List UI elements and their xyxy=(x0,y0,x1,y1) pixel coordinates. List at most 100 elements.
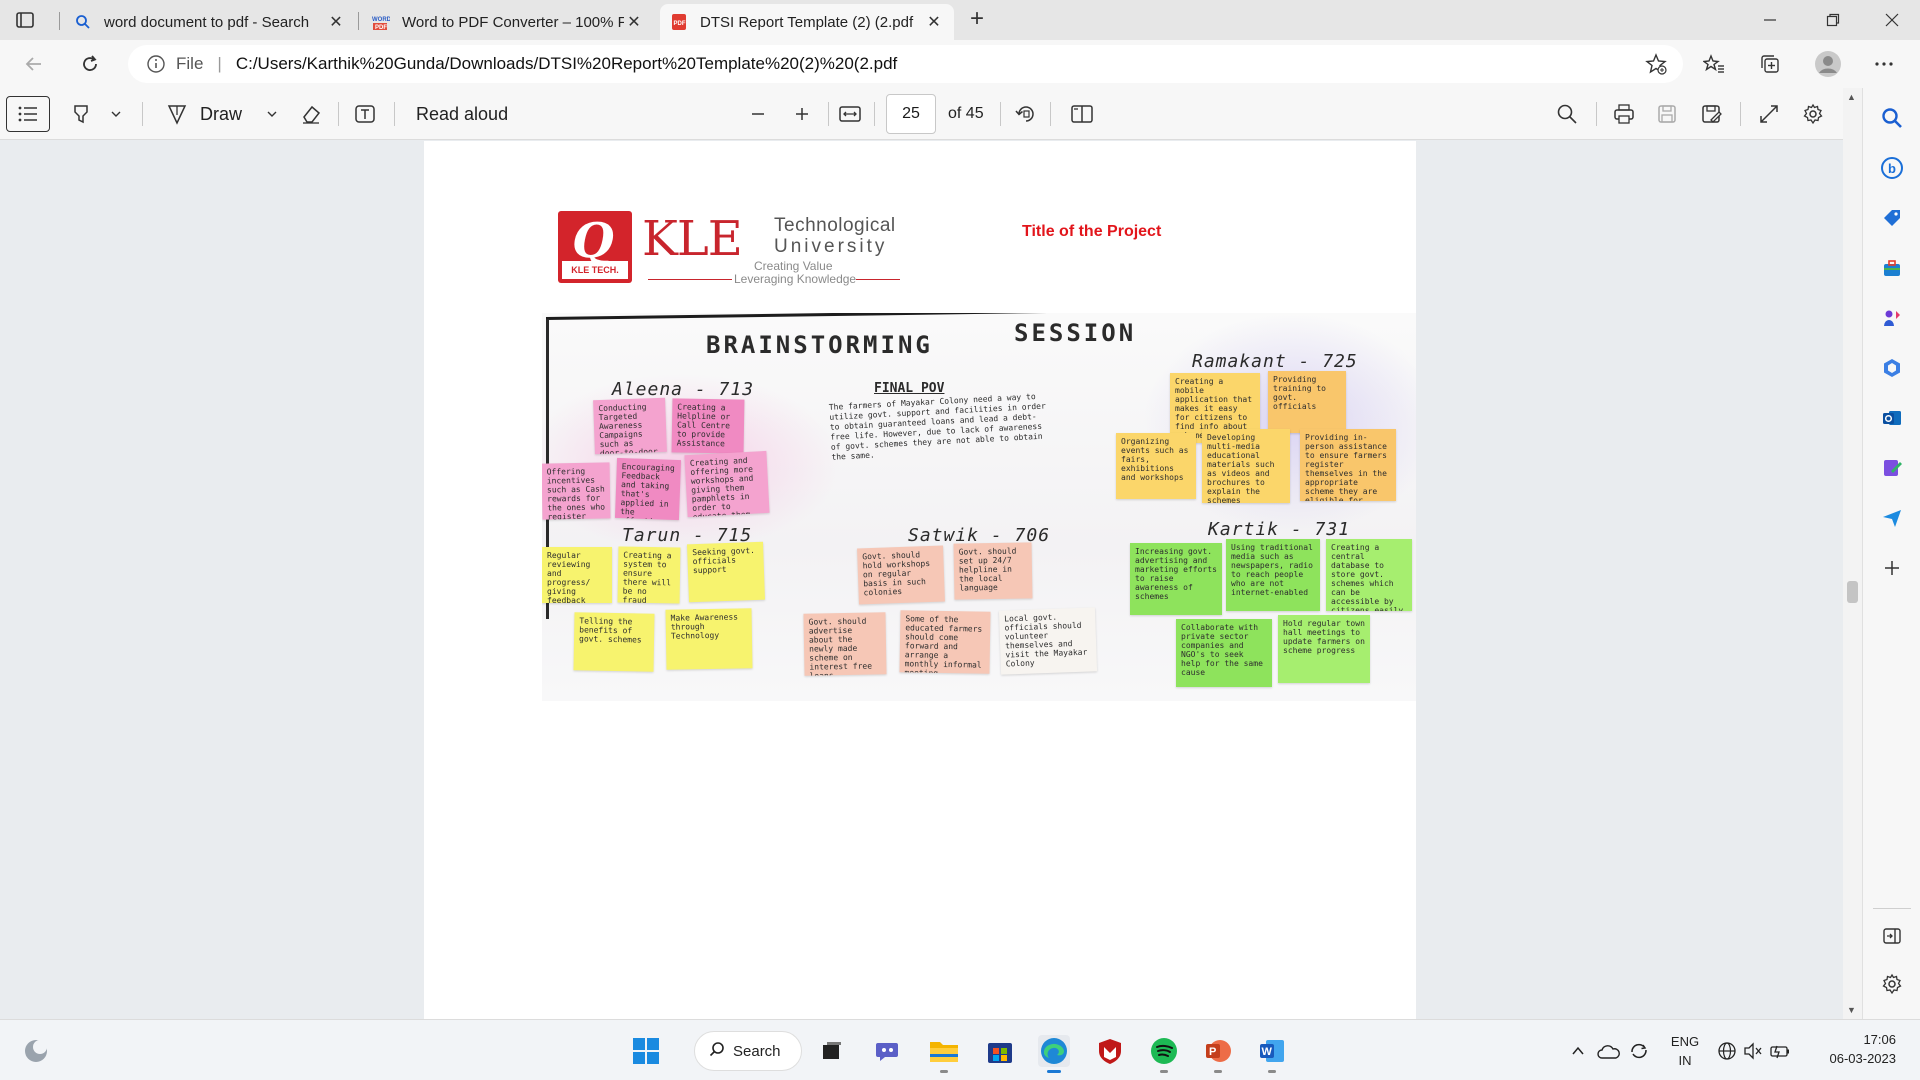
close-window-icon[interactable] xyxy=(1880,8,1904,32)
teams-chat-icon[interactable] xyxy=(872,1035,904,1067)
send-icon[interactable] xyxy=(1880,506,1904,530)
spotify-icon[interactable] xyxy=(1148,1035,1180,1073)
tab-word-to-pdf[interactable]: WORD PDF Word to PDF Converter – 100% F ✕ xyxy=(362,4,654,40)
sidebar-settings-icon[interactable] xyxy=(1880,972,1904,996)
tab-pdf-active[interactable]: PDF DTSI Report Template (2) (2.pdf ✕ xyxy=(660,4,954,40)
close-tab-icon[interactable]: ✕ xyxy=(924,12,944,32)
page-number-input[interactable]: 25 xyxy=(886,94,936,134)
participant-kartik: Kartik - 731 xyxy=(1208,519,1351,540)
find-icon[interactable] xyxy=(1556,100,1578,128)
new-tab-button[interactable]: + xyxy=(964,7,990,33)
tab-strip: word document to pdf - Search ✕ WORD PDF … xyxy=(0,0,1920,40)
photo-heading-left: BRAINSTORMING xyxy=(706,331,933,359)
office-icon[interactable] xyxy=(1880,356,1904,380)
logo-technological: Technological xyxy=(774,215,896,236)
language-indicator[interactable]: ENG IN xyxy=(1668,1034,1702,1068)
zoom-out-icon[interactable] xyxy=(750,100,766,128)
close-tab-icon[interactable]: ✕ xyxy=(326,12,346,32)
project-title: Title of the Project xyxy=(1022,223,1162,240)
svg-text:WORD: WORD xyxy=(372,17,390,23)
chevron-up-icon[interactable] xyxy=(1568,1035,1588,1067)
word-icon[interactable]: W xyxy=(1256,1035,1288,1073)
powerpoint-icon[interactable]: P xyxy=(1202,1035,1234,1073)
sticky-note: Govt. should advertise about the newly m… xyxy=(803,612,887,676)
participant-aleena: Aleena - 713 xyxy=(612,379,755,400)
weather-icon[interactable] xyxy=(20,1035,52,1067)
save-icon[interactable] xyxy=(1656,100,1678,128)
refresh-icon[interactable] xyxy=(76,50,104,78)
tab-search[interactable]: word document to pdf - Search ✕ xyxy=(64,4,356,40)
pdf-viewer[interactable]: Q KLE TECH. KLE Technological University… xyxy=(0,141,1862,1019)
participant-ramakant: Ramakant - 725 xyxy=(1192,351,1358,372)
scroll-down-icon[interactable]: ▼ xyxy=(1847,1005,1856,1015)
outlook-icon[interactable] xyxy=(1880,406,1904,430)
info-icon[interactable] xyxy=(146,54,166,74)
final-pov-title: FINAL POV xyxy=(874,381,945,396)
start-icon[interactable] xyxy=(630,1035,662,1067)
chevron-down-icon[interactable] xyxy=(266,100,278,128)
svg-text:PDF: PDF xyxy=(375,25,387,31)
add-text-icon[interactable] xyxy=(354,100,376,128)
table-of-contents-button[interactable] xyxy=(6,96,50,132)
highlight-icon[interactable] xyxy=(70,100,92,128)
fullscreen-icon[interactable] xyxy=(1758,100,1780,128)
read-aloud-button[interactable]: Read aloud xyxy=(416,100,508,128)
restore-icon[interactable] xyxy=(1821,8,1845,32)
add-icon[interactable] xyxy=(1880,556,1904,580)
shopping-tag-icon[interactable] xyxy=(1880,206,1904,230)
file-explorer-icon[interactable] xyxy=(928,1035,960,1073)
region-label: IN xyxy=(1678,1053,1692,1068)
tools-briefcase-icon[interactable] xyxy=(1880,256,1904,280)
url-field[interactable]: File | C:/Users/Karthik%20Gunda/Download… xyxy=(128,45,1683,83)
sticky-note: Make Awareness through Technology xyxy=(665,608,753,670)
search-icon xyxy=(709,1041,725,1061)
clock[interactable]: 17:06 06-03-2023 xyxy=(1814,1032,1897,1066)
minimize-icon[interactable] xyxy=(1758,8,1782,32)
more-options-icon[interactable] xyxy=(1872,52,1896,76)
zoom-in-icon[interactable] xyxy=(794,100,810,128)
battery-icon[interactable] xyxy=(1768,1035,1792,1067)
tab-actions-icon[interactable] xyxy=(14,9,36,31)
collections-icon[interactable] xyxy=(1758,52,1782,76)
volume-muted-icon[interactable] xyxy=(1742,1035,1764,1067)
rotate-icon[interactable] xyxy=(1014,100,1038,128)
profile-avatar[interactable] xyxy=(1814,50,1842,78)
onedrive-icon[interactable] xyxy=(1596,1035,1622,1067)
clock-time: 17:06 xyxy=(1863,1032,1896,1047)
sticky-note: Creating a Helpline or Call Centre to pr… xyxy=(671,398,745,454)
add-favorite-icon[interactable] xyxy=(1645,53,1667,75)
close-tab-icon[interactable]: ✕ xyxy=(624,12,644,32)
eraser-icon[interactable] xyxy=(300,100,322,128)
save-as-icon[interactable] xyxy=(1700,100,1722,128)
vertical-scrollbar[interactable]: ▲ ▼ xyxy=(1843,88,1862,1019)
taskbar-search[interactable]: Search xyxy=(694,1031,802,1071)
settings-icon[interactable] xyxy=(1802,100,1824,128)
logo-tagline-2: Leveraging Knowledge xyxy=(734,272,857,286)
draw-button[interactable]: Draw xyxy=(166,100,242,128)
pdf-toolbar: Draw Read aloud 25 of 45 xyxy=(0,88,1862,140)
scroll-up-icon[interactable]: ▲ xyxy=(1847,92,1856,102)
fit-width-icon[interactable] xyxy=(838,100,862,128)
hide-sidebar-icon[interactable] xyxy=(1880,924,1904,948)
bing-chat-icon[interactable]: b xyxy=(1880,156,1904,180)
sticky-note: Some of the educated farmers should come… xyxy=(899,610,991,674)
page-view-icon[interactable] xyxy=(1070,100,1094,128)
sync-icon[interactable] xyxy=(1626,1035,1652,1067)
sticky-note: Govt. should set up 24/7 helpline in the… xyxy=(953,542,1033,600)
mcafee-icon[interactable] xyxy=(1094,1035,1126,1067)
final-pov-text: The farmers of Mayakar Colony need a way… xyxy=(828,392,1047,462)
designer-icon[interactable] xyxy=(1880,456,1904,480)
network-icon[interactable] xyxy=(1716,1035,1738,1067)
scrollbar-thumb[interactable] xyxy=(1847,581,1858,603)
favorites-icon[interactable] xyxy=(1702,52,1726,76)
games-icon[interactable] xyxy=(1880,306,1904,330)
sticky-note: Creating and offering more workshops and… xyxy=(684,450,770,518)
back-arrow-icon[interactable] xyxy=(20,50,48,78)
store-icon[interactable] xyxy=(984,1035,1016,1067)
edge-icon[interactable] xyxy=(1038,1035,1070,1073)
task-view-icon[interactable] xyxy=(816,1035,848,1067)
sticky-note: Local govt. officials should volunteer t… xyxy=(998,607,1098,675)
print-icon[interactable] xyxy=(1612,100,1636,128)
chevron-down-icon[interactable] xyxy=(110,100,122,128)
search-icon[interactable] xyxy=(1880,106,1904,130)
